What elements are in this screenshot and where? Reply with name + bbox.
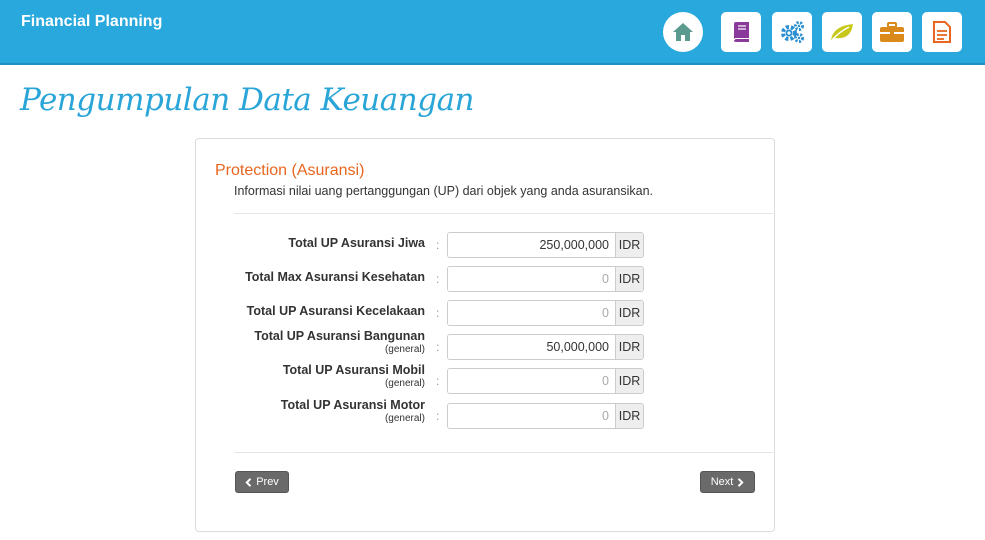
book-button[interactable] [721, 12, 761, 52]
currency-addon: IDR [615, 335, 643, 359]
asuransi-jiwa-input[interactable] [448, 233, 615, 257]
leaf-icon [831, 24, 853, 41]
top-bar: Financial Planning [0, 0, 985, 65]
field-label: Total UP Asuransi Motor [280, 398, 425, 412]
field-label: Total Max Asuransi Kesehatan [245, 270, 425, 284]
input-group: IDR [447, 368, 644, 394]
home-button[interactable] [663, 12, 703, 52]
field-sublabel: (general) [384, 344, 425, 355]
currency-addon: IDR [615, 233, 643, 257]
briefcase-icon [880, 22, 904, 42]
input-group: IDR [447, 334, 644, 360]
chevron-right-icon [738, 477, 744, 487]
field-label: Total UP Asuransi Jiwa [288, 236, 425, 250]
asuransi-mobil-input[interactable] [448, 369, 615, 393]
form-row-kecelakaan: Total UP Asuransi Kecelakaan : IDR [196, 300, 774, 326]
form-row-kesehatan: Total Max Asuransi Kesehatan : IDR [196, 266, 774, 292]
field-label: Total UP Asuransi Mobil [282, 363, 425, 377]
colon: : [436, 374, 440, 388]
field-label: Total UP Asuransi Kecelakaan [246, 304, 425, 318]
colon: : [436, 272, 440, 286]
divider [234, 452, 773, 453]
input-group: IDR [447, 266, 644, 292]
currency-addon: IDR [615, 267, 643, 291]
next-button[interactable]: Next [700, 471, 755, 493]
currency-addon: IDR [615, 404, 643, 428]
form-row-motor: Total UP Asuransi Motor (general) : IDR [196, 398, 774, 429]
section-description: Informasi nilai uang pertanggungan (UP) … [234, 184, 654, 198]
colon: : [436, 409, 440, 423]
gears-icon [781, 21, 804, 43]
section-title: Protection (Asuransi) [215, 162, 365, 179]
form-row-jiwa: Total UP Asuransi Jiwa : IDR [196, 232, 774, 258]
input-group: IDR [447, 300, 644, 326]
briefcase-button[interactable] [872, 12, 912, 52]
asuransi-kesehatan-input[interactable] [448, 267, 615, 291]
settings-button[interactable] [772, 12, 812, 52]
divider [234, 213, 773, 214]
asuransi-kecelakaan-input[interactable] [448, 301, 615, 325]
chevron-left-icon [245, 477, 252, 487]
next-label: Next [710, 476, 734, 488]
asuransi-motor-input[interactable] [448, 404, 615, 428]
input-group: IDR [447, 232, 644, 258]
form-row-bangunan: Total UP Asuransi Bangunan (general) : I… [196, 329, 774, 360]
asuransi-bangunan-input[interactable] [448, 335, 615, 359]
app-title: Financial Planning [21, 13, 163, 30]
input-group: IDR [447, 403, 644, 429]
leaf-button[interactable] [822, 12, 862, 52]
home-icon [673, 23, 693, 41]
page-heading: Pengumpulan Data Keuangan [20, 82, 475, 118]
protection-panel: Protection (Asuransi) Informasi nilai ua… [195, 138, 775, 532]
currency-addon: IDR [615, 301, 643, 325]
field-sublabel: (general) [384, 413, 425, 424]
document-button[interactable] [922, 12, 962, 52]
prev-button[interactable]: Prev [235, 471, 289, 493]
field-label: Total UP Asuransi Bangunan [254, 329, 425, 343]
field-sublabel: (general) [384, 378, 425, 389]
currency-addon: IDR [615, 369, 643, 393]
colon: : [436, 340, 440, 354]
document-icon [933, 21, 951, 43]
colon: : [436, 238, 440, 252]
form-row-mobil: Total UP Asuransi Mobil (general) : IDR [196, 363, 774, 394]
colon: : [436, 306, 440, 320]
prev-label: Prev [256, 476, 279, 488]
book-icon [734, 22, 749, 42]
